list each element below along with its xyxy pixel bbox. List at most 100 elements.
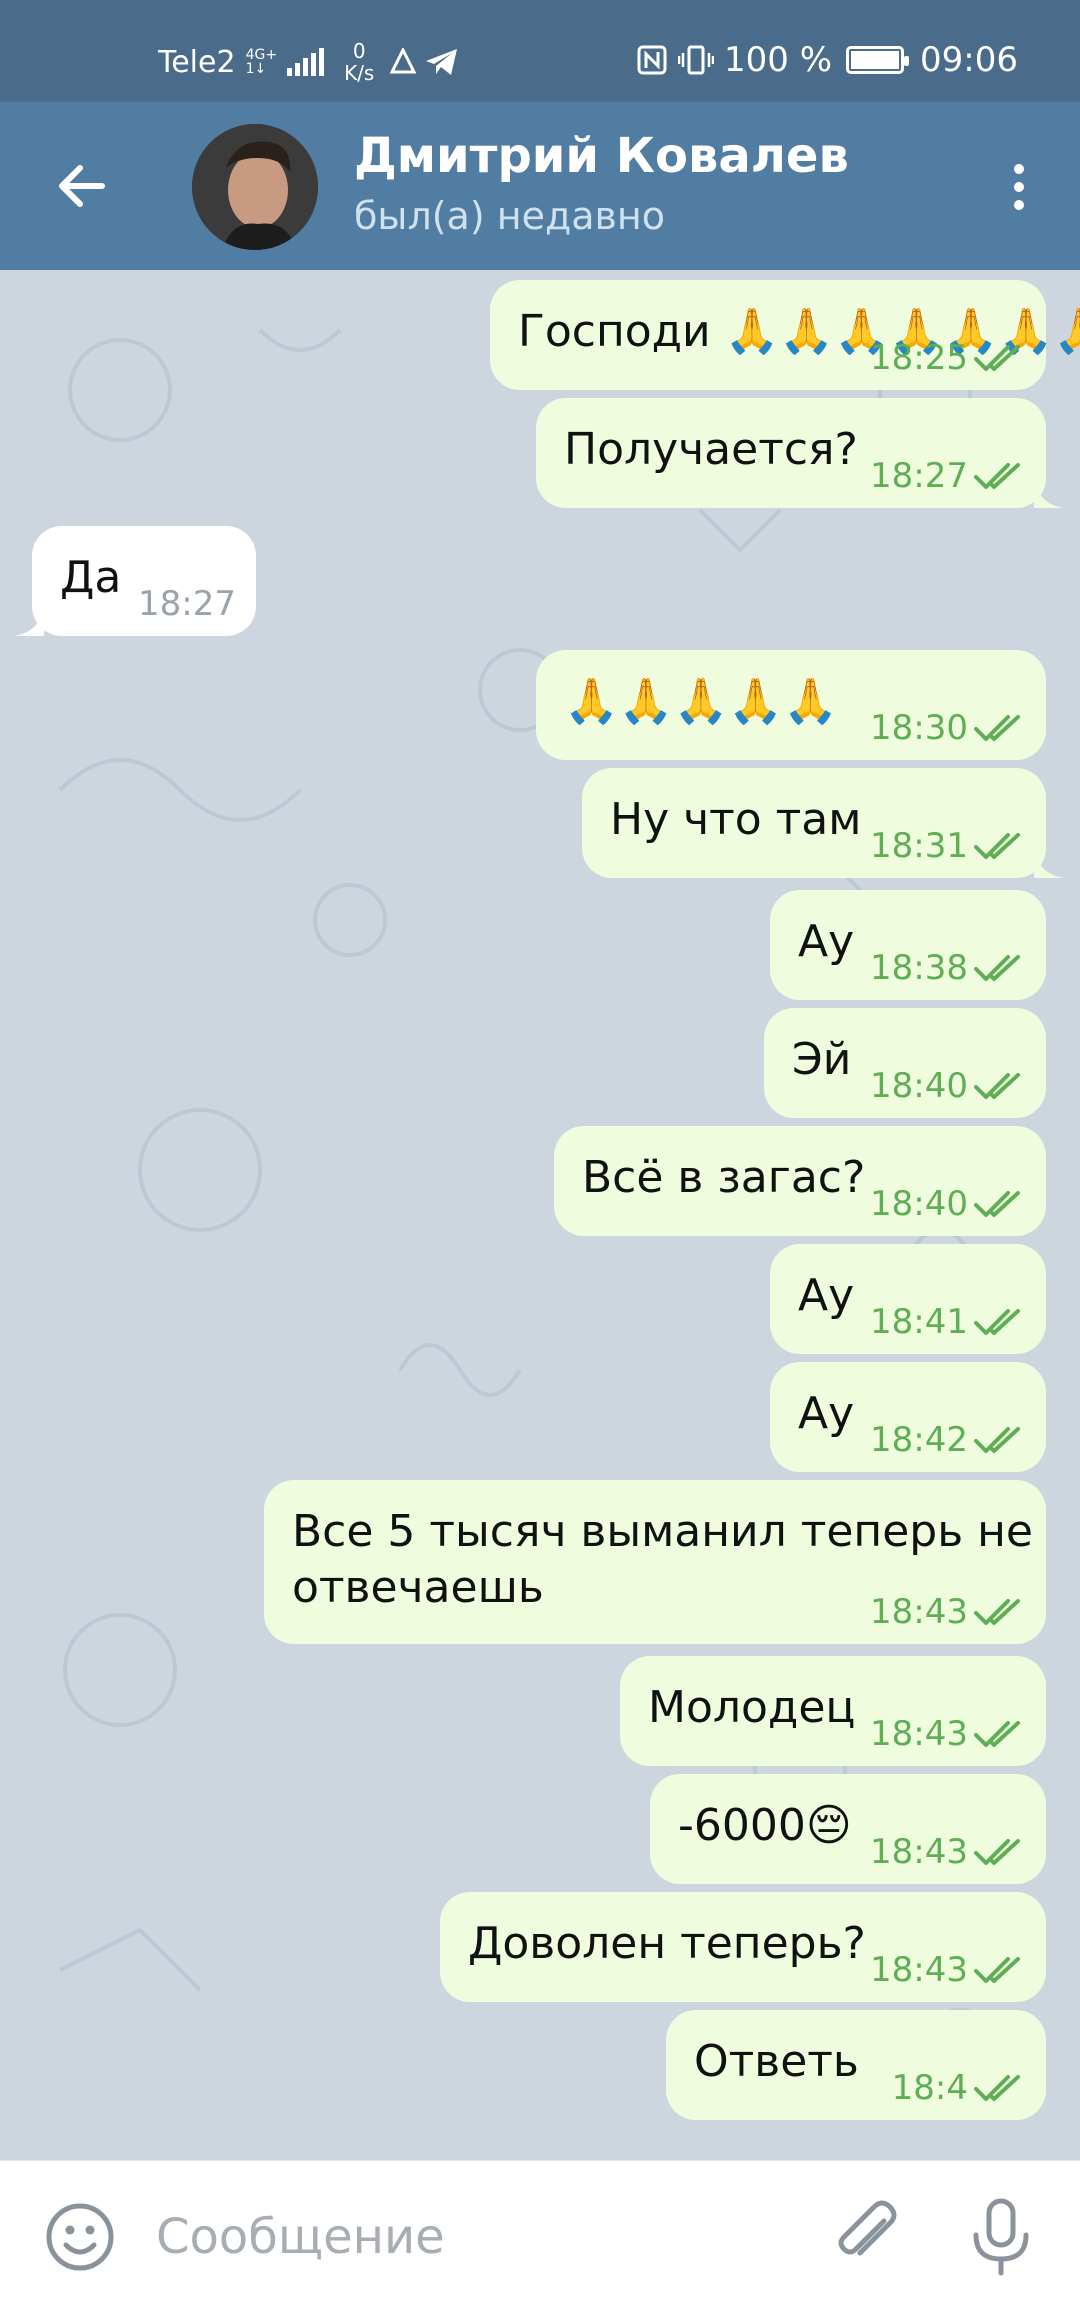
message-time: 18:27 [138, 584, 236, 624]
message-text: Ответь [694, 2036, 859, 2087]
warning-icon [390, 48, 417, 74]
message-input[interactable] [156, 2199, 796, 2275]
message-text: 🙏🙏🙏🙏🙏 [564, 676, 838, 727]
read-ticks-icon [974, 1073, 1020, 1099]
message-meta: 18:25 [870, 338, 1026, 378]
contact-status: был(а) недавно [354, 194, 666, 238]
outgoing-message[interactable]: Господи 🙏🙏🙏🙏🙏🙏🙏 18:25 [490, 280, 1080, 390]
message-meta: 18:41 [870, 1302, 1026, 1342]
message-meta: 18:40 [870, 1066, 1026, 1106]
message-time: 18:41 [870, 1302, 968, 1342]
outgoing-message[interactable]: Ответь 18:4 [666, 2010, 1046, 2120]
message-meta: 18:43 [870, 1592, 1026, 1632]
message-text-line: Все 5 тысяч выманил теперь не [292, 1506, 1033, 1557]
message-time: 18:40 [870, 1066, 968, 1106]
back-button[interactable] [52, 156, 112, 216]
read-ticks-icon [974, 1721, 1020, 1747]
contact-name[interactable]: Дмитрий Ковалев [354, 128, 849, 184]
message-meta: 18:43 [870, 1832, 1026, 1872]
outgoing-message[interactable]: Ау 18:42 [770, 1362, 1046, 1472]
network-type: 4G+ 1↓ [245, 47, 278, 77]
read-ticks-icon [974, 1839, 1020, 1865]
avatar[interactable] [192, 124, 318, 250]
message-meta: 18:27 [870, 456, 1026, 496]
incoming-message[interactable]: Да 18:27 [14, 526, 256, 636]
more-menu-button[interactable] [994, 152, 1044, 222]
message-text: Ау [798, 1270, 855, 1321]
read-ticks-icon [974, 2075, 1020, 2101]
message-time: 18:40 [870, 1184, 968, 1224]
message-meta: 18:38 [870, 948, 1026, 988]
message-text: Ну что там [610, 794, 862, 845]
message-time: 18:38 [870, 948, 968, 988]
paperclip-icon [838, 2200, 897, 2256]
message-text: Всё в загас? [582, 1152, 866, 1203]
message-meta: 18:31 [870, 826, 1026, 866]
outgoing-message[interactable]: Ау 18:38 [770, 890, 1046, 1000]
network-speed: 0 K/s [344, 39, 375, 85]
message-composer [0, 2160, 1080, 2310]
emoji-button[interactable] [44, 2201, 116, 2273]
message-meta: 18:43 [870, 1950, 1026, 1990]
message-text: Да [60, 552, 122, 603]
bubble-tail [1034, 848, 1064, 878]
message-time: 18:27 [870, 456, 968, 496]
read-ticks-icon [974, 715, 1020, 741]
chat-header: Дмитрий Ковалев был(а) недавно [0, 102, 1080, 270]
clock: 09:06 [920, 40, 1018, 80]
battery-percent: 100 % [724, 40, 833, 80]
message-meta: 18:40 [870, 1184, 1026, 1224]
message-time: 18:42 [870, 1420, 968, 1460]
read-ticks-icon [974, 345, 1020, 371]
message-time: 18:31 [870, 826, 968, 866]
signal-icon [287, 48, 325, 76]
attach-button[interactable] [826, 2197, 906, 2277]
battery-icon [846, 46, 910, 74]
outgoing-message[interactable]: Молодец 18:43 [620, 1656, 1046, 1766]
status-right: 100 % 09:06 [636, 40, 1018, 80]
microphone-icon [973, 2198, 1029, 2276]
message-meta: 18:30 [870, 708, 1026, 748]
read-ticks-icon [974, 1191, 1020, 1217]
outgoing-message[interactable]: Доволен теперь? 18:43 [440, 1892, 1046, 2002]
voice-record-button[interactable] [966, 2195, 1036, 2279]
message-time: 18:4 [891, 2068, 968, 2108]
message-time: 18:43 [870, 1592, 968, 1632]
read-ticks-icon [974, 1309, 1020, 1335]
message-text: Получается? [564, 424, 858, 475]
read-ticks-icon [974, 1427, 1020, 1453]
outgoing-message[interactable]: Эй 18:40 [764, 1008, 1046, 1118]
vibrate-icon [678, 45, 714, 75]
message-text: Ау [798, 1388, 855, 1439]
outgoing-message[interactable]: Ау 18:41 [770, 1244, 1046, 1354]
read-ticks-icon [974, 1957, 1020, 1983]
nfc-icon [637, 45, 667, 75]
read-ticks-icon [974, 833, 1020, 859]
message-text: Эй [792, 1034, 852, 1085]
outgoing-message[interactable]: 🙏🙏🙏🙏🙏 18:30 [536, 650, 1046, 760]
message-text: Ау [798, 916, 855, 967]
status-left: Tele2 4G+ 1↓ 0 K/s [158, 40, 460, 84]
more-vertical-icon [1014, 164, 1024, 174]
emoji-smile-icon [46, 2203, 114, 2271]
message-time: 18:25 [870, 338, 968, 378]
bubble-tail [1034, 478, 1064, 508]
read-ticks-icon [974, 955, 1020, 981]
read-ticks-icon [974, 463, 1020, 489]
outgoing-message[interactable]: Всё в загас? 18:40 [554, 1126, 1046, 1236]
outgoing-message[interactable]: Все 5 тысяч выманил теперь не отвечаешь 18… [264, 1480, 1046, 1644]
message-text: Молодец [648, 1682, 856, 1733]
outgoing-message[interactable]: Получается? 18:27 [536, 398, 1064, 508]
bubble-tail [14, 606, 44, 636]
outgoing-message[interactable]: Ну что там 18:31 [582, 768, 1064, 878]
outgoing-message[interactable]: -6000😔 18:43 [650, 1774, 1046, 1884]
read-ticks-icon [974, 1599, 1020, 1625]
telegram-icon [426, 49, 458, 75]
arrow-left-icon [59, 165, 105, 207]
message-time: 18:43 [870, 1950, 968, 1990]
chat-area[interactable]: Господи 🙏🙏🙏🙏🙏🙏🙏 18:25 Получается? 18:27 Да 18… [0, 270, 1080, 2160]
message-time: 18:43 [870, 1714, 968, 1754]
message-meta: 18:43 [870, 1714, 1026, 1754]
status-bar: Tele2 4G+ 1↓ 0 K/s 100 % 09:06 [0, 0, 1080, 102]
message-meta: 18:27 [138, 584, 236, 624]
